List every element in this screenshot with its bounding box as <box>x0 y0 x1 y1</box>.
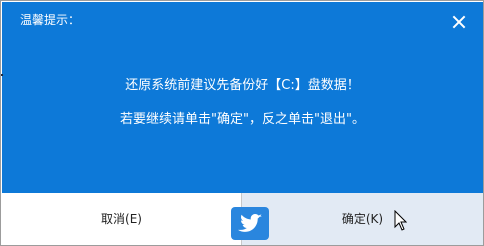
left-edge-marker <box>1 74 3 76</box>
restore-warning-dialog: 温馨提示： 还原系统前建议先备份好【C:】盘数据！ 若要继续请单击"确定"，反之… <box>0 0 484 246</box>
close-icon[interactable] <box>450 13 468 31</box>
mouse-cursor-icon <box>394 210 407 231</box>
confirm-button[interactable]: 确定(K) <box>242 193 483 245</box>
backup-warning-message: 还原系统前建议先备份好【C:】盘数据！ <box>125 78 360 93</box>
cancel-button[interactable]: 取消(E) <box>2 193 241 245</box>
dialog-title: 温馨提示： <box>20 13 81 27</box>
dialog-message-panel: 温馨提示： 还原系统前建议先备份好【C:】盘数据！ 若要继续请单击"确定"，反之… <box>2 2 483 193</box>
confirm-instruction-message: 若要继续请单击"确定"，反之单击"退出"。 <box>120 112 365 127</box>
confirm-button-label: 确定(K) <box>341 212 384 226</box>
twitter-bird-icon <box>231 207 269 240</box>
